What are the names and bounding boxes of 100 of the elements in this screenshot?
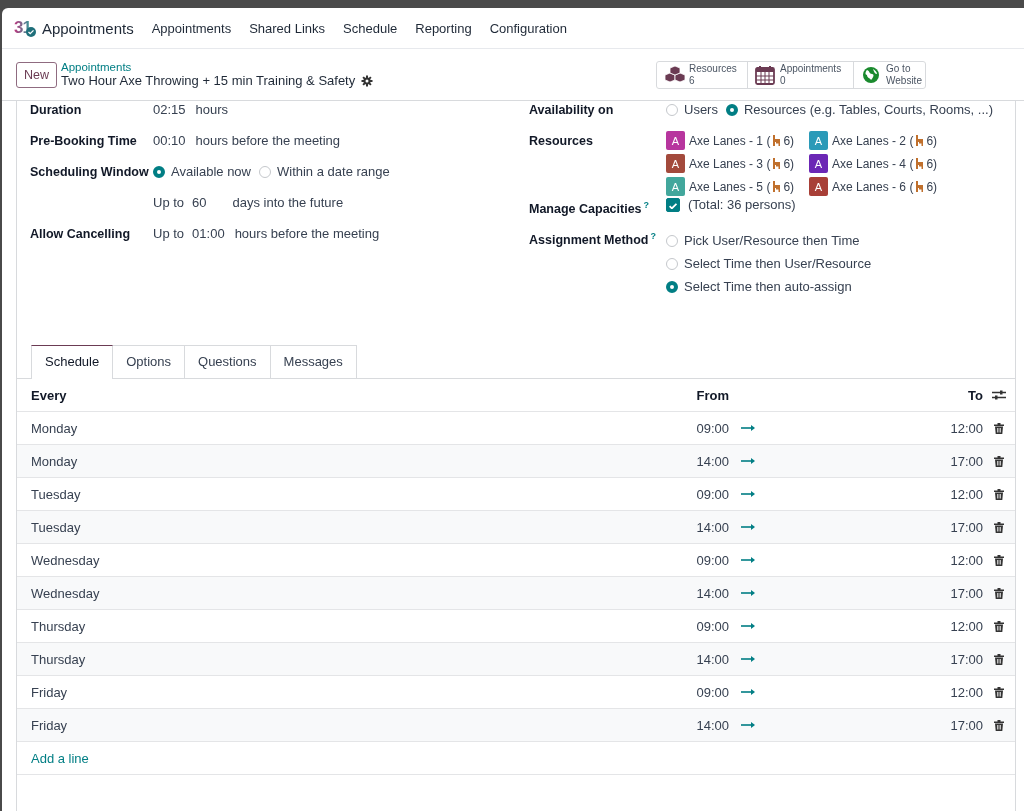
arrow-right-icon [741, 721, 755, 729]
table-cell-text: Tuesday [31, 486, 82, 502]
table-cell-text: 17:00 [949, 453, 983, 469]
table-cell-text: Tuesday [31, 519, 82, 535]
trash-icon [994, 554, 1004, 566]
table-cell-text: Wednesday [31, 585, 101, 601]
field-label: Scheduling Window [30, 165, 149, 179]
breadcrumb-link[interactable]: Appointments [61, 61, 374, 73]
trash-icon [994, 587, 1004, 599]
table-cell-text: Thursday [31, 618, 87, 634]
avatar: A [666, 154, 685, 173]
tag-capacity: 6) [783, 178, 795, 196]
avatar: A [809, 177, 828, 196]
tag-capacity: 6) [783, 155, 795, 173]
chair-icon [772, 135, 782, 146]
table-cell-text: 14:00 [695, 453, 729, 469]
trash-icon [994, 719, 1004, 731]
field-value: 60 [192, 194, 207, 212]
stat-button[interactable]: Go to Website [853, 61, 925, 88]
trash-icon [994, 521, 1004, 533]
table-cell-text: Friday [31, 684, 69, 700]
table-cell-text: Monday [31, 420, 79, 436]
field-value: 01:00 [192, 225, 225, 243]
field-label: Manage Capacities [529, 202, 642, 217]
tag-label: Axe Lanes - 6 ( [832, 178, 914, 196]
checkbox[interactable] [666, 198, 680, 212]
tag-label: Axe Lanes - 3 ( [689, 155, 771, 173]
table-cell-text: Friday [31, 717, 69, 733]
trash-icon [994, 620, 1004, 632]
trash-icon [994, 653, 1004, 665]
arrow-right-icon [741, 523, 755, 531]
table-cell-text: 12:00 [949, 486, 983, 502]
menu-item[interactable]: Reporting [415, 20, 472, 36]
radio-button[interactable] [153, 166, 165, 178]
arrow-right-icon [741, 424, 755, 432]
tab[interactable]: Messages [269, 345, 357, 378]
chair-icon [772, 181, 782, 192]
gear-icon [361, 74, 374, 87]
avatar: A [809, 131, 828, 150]
radio-button[interactable] [725, 104, 738, 116]
table-cell-text: 14:00 [695, 717, 729, 733]
help-tooltip[interactable]: ? [650, 231, 656, 241]
menu-item[interactable]: Configuration [489, 20, 567, 36]
arrow-right-icon [741, 622, 755, 630]
sliders-icon [992, 389, 1006, 401]
menu-item[interactable]: Shared Links [249, 20, 326, 36]
option-label[interactable]: Select Time then User/Resource [684, 254, 872, 273]
arrow-right-icon [741, 556, 755, 564]
tab[interactable]: Schedule [31, 345, 114, 379]
table-cell-text: 17:00 [949, 519, 983, 535]
field-label: Assignment Method [529, 233, 649, 248]
field-suffix: hours [195, 101, 229, 119]
table-cell-text: 09:00 [695, 486, 729, 502]
option-label[interactable]: Users [684, 101, 718, 119]
option-label[interactable]: Within a date range [277, 163, 390, 181]
menu-item[interactable]: Schedule [343, 20, 398, 36]
table-cell-text: 12:00 [949, 420, 983, 436]
table-cell-text: 09:00 [695, 684, 729, 700]
table-cell-text: 17:00 [949, 585, 983, 601]
app-name[interactable]: Appointments [41, 19, 134, 37]
tag-capacity: 6) [926, 132, 938, 150]
column-header: Every [31, 387, 68, 403]
field-prefix: Up to [153, 225, 185, 243]
field-value: 00:10 [153, 132, 186, 150]
field-suffix: hours before the meeting [195, 132, 341, 150]
radio-button[interactable] [666, 280, 678, 293]
globe-icon [860, 64, 882, 85]
chair-icon [915, 135, 925, 146]
record-title: Two Hour Axe Throwing + 15 min Training & Safety [61, 73, 356, 88]
option-label[interactable]: Available now [171, 163, 251, 181]
table-cell-text: 17:00 [949, 717, 983, 733]
table-cell-text: 12:00 [949, 618, 983, 634]
table-cell-text: Monday [31, 453, 79, 469]
add-line-link[interactable]: Add a line [31, 750, 89, 766]
tag-label: Axe Lanes - 1 ( [689, 132, 771, 150]
new-button[interactable]: New [16, 61, 57, 88]
stat-button[interactable]: Resources 6 [657, 61, 747, 88]
arrow-right-icon [741, 490, 755, 498]
tag-capacity: 6) [926, 155, 938, 173]
option-label[interactable]: Resources (e.g. Tables, Courts, Rooms, ...) [743, 101, 993, 119]
avatar: A [809, 154, 828, 173]
boxes-icon [663, 64, 685, 85]
stat-button[interactable]: Appointments 0 [747, 61, 853, 88]
table-cell-text: 09:00 [695, 420, 729, 436]
field-label: Pre-Booking Time [30, 134, 137, 148]
option-label[interactable]: Select Time then auto-assign [684, 277, 852, 296]
menu-item[interactable]: Appointments [151, 20, 232, 36]
field-label: Availability on [529, 103, 614, 117]
table-cell-text: 17:00 [949, 651, 983, 667]
tag-capacity: 6) [926, 178, 938, 196]
column-header: From [695, 387, 729, 403]
field-suffix: hours before the meeting [234, 225, 380, 243]
tag-capacity: 6) [783, 132, 795, 150]
field-prefix: Up to [153, 194, 185, 212]
column-header: To [967, 387, 983, 403]
option-label[interactable]: Pick User/Resource then Time [684, 231, 860, 250]
field-value: 02:15 [153, 101, 186, 119]
table-cell-text: 12:00 [949, 684, 983, 700]
help-tooltip[interactable]: ? [643, 200, 650, 210]
table-cell-text: Wednesday [31, 552, 101, 568]
